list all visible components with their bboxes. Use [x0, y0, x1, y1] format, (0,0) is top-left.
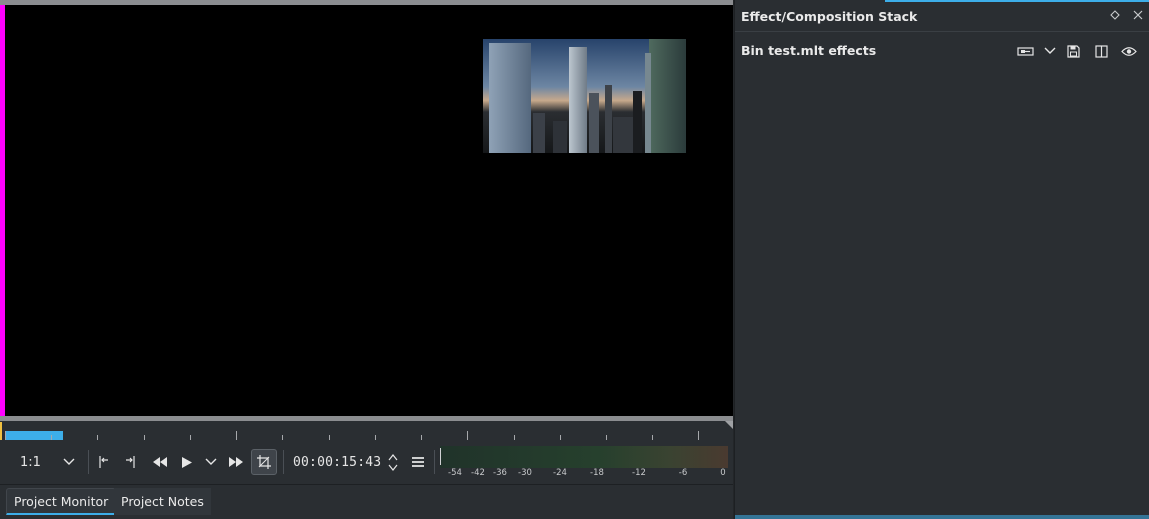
fast-forward-icon[interactable]	[226, 449, 246, 475]
meter-db-label: -6	[678, 468, 688, 478]
toolbar-separator	[88, 450, 89, 474]
toolbar-separator	[434, 450, 435, 474]
save-effect-stack-icon[interactable]	[1064, 42, 1082, 60]
meter-db-label: 0	[720, 468, 726, 478]
monitor-toolbar: 1:1 00:00:15:43 -54 -42 -36 -30 -24 -18 …	[0, 440, 733, 484]
toggle-effects-eye-icon[interactable]	[1120, 42, 1138, 60]
split-compare-icon[interactable]	[1092, 42, 1110, 60]
meter-db-label: -54	[448, 468, 462, 478]
audio-level-meter	[440, 446, 728, 468]
ruler-tick	[467, 431, 468, 440]
monitor-ruler[interactable]	[0, 421, 733, 440]
set-out-point-icon[interactable]	[122, 449, 140, 475]
zoom-level-label[interactable]: 1:1	[20, 449, 41, 475]
meter-db-label: -18	[590, 468, 604, 478]
tab-project-monitor[interactable]: Project Monitor	[6, 488, 117, 515]
panel-bottom-accent	[735, 515, 1149, 519]
bin-effects-label: Bin test.mlt effects	[741, 43, 877, 58]
zoom-dropdown-chevron-down-icon[interactable]	[61, 449, 77, 475]
meter-db-label: -12	[632, 468, 646, 478]
close-panel-close-icon[interactable]	[1131, 8, 1145, 22]
ruler-tick	[5, 431, 6, 440]
audio-meter-marker	[440, 448, 441, 465]
crop-icon	[257, 455, 271, 469]
meter-db-label: -30	[518, 468, 532, 478]
timecode-spinner[interactable]	[386, 449, 400, 475]
monitor-tab-bar: Project Monitor Project Notes	[0, 484, 733, 519]
monitor-menu-icon[interactable]	[410, 449, 426, 475]
spin-up-icon	[388, 453, 398, 460]
monitor-viewport[interactable]	[0, 5, 733, 416]
play-options-chevron-down-icon[interactable]	[203, 449, 219, 475]
project-monitor: 1:1 00:00:15:43 -54 -42 -36 -30 -24 -18 …	[0, 0, 733, 519]
meter-db-label: -36	[493, 468, 507, 478]
toolbar-separator	[283, 450, 284, 474]
ruler-tick	[698, 431, 699, 440]
effects-dropdown-chevron-down-icon[interactable]	[1041, 42, 1059, 60]
meter-db-label: -24	[553, 468, 567, 478]
panel-title: Effect/Composition Stack	[741, 9, 918, 24]
play-icon[interactable]	[178, 449, 196, 475]
ruler-tick	[236, 431, 237, 440]
meter-db-label: -42	[471, 468, 485, 478]
tab-project-notes[interactable]: Project Notes	[114, 488, 211, 515]
effect-composition-stack-panel: Effect/Composition Stack Bin test.mlt ef…	[734, 0, 1149, 519]
rewind-icon[interactable]	[150, 449, 170, 475]
float-panel-diamond-icon[interactable]	[1108, 8, 1122, 22]
spin-down-icon	[388, 464, 398, 471]
monitor-left-edge-marker	[0, 5, 5, 416]
set-in-point-icon[interactable]	[94, 449, 112, 475]
effect-compare-split-icon[interactable]	[1016, 42, 1034, 60]
ruler-end-marker	[725, 421, 733, 429]
crop-toggle-button[interactable]	[251, 449, 277, 475]
timecode-field[interactable]: 00:00:15:43	[293, 449, 383, 475]
panel-header: Effect/Composition Stack	[735, 0, 1149, 32]
ruler-played-range	[5, 431, 63, 440]
preview-image-city-skyline	[483, 39, 686, 153]
